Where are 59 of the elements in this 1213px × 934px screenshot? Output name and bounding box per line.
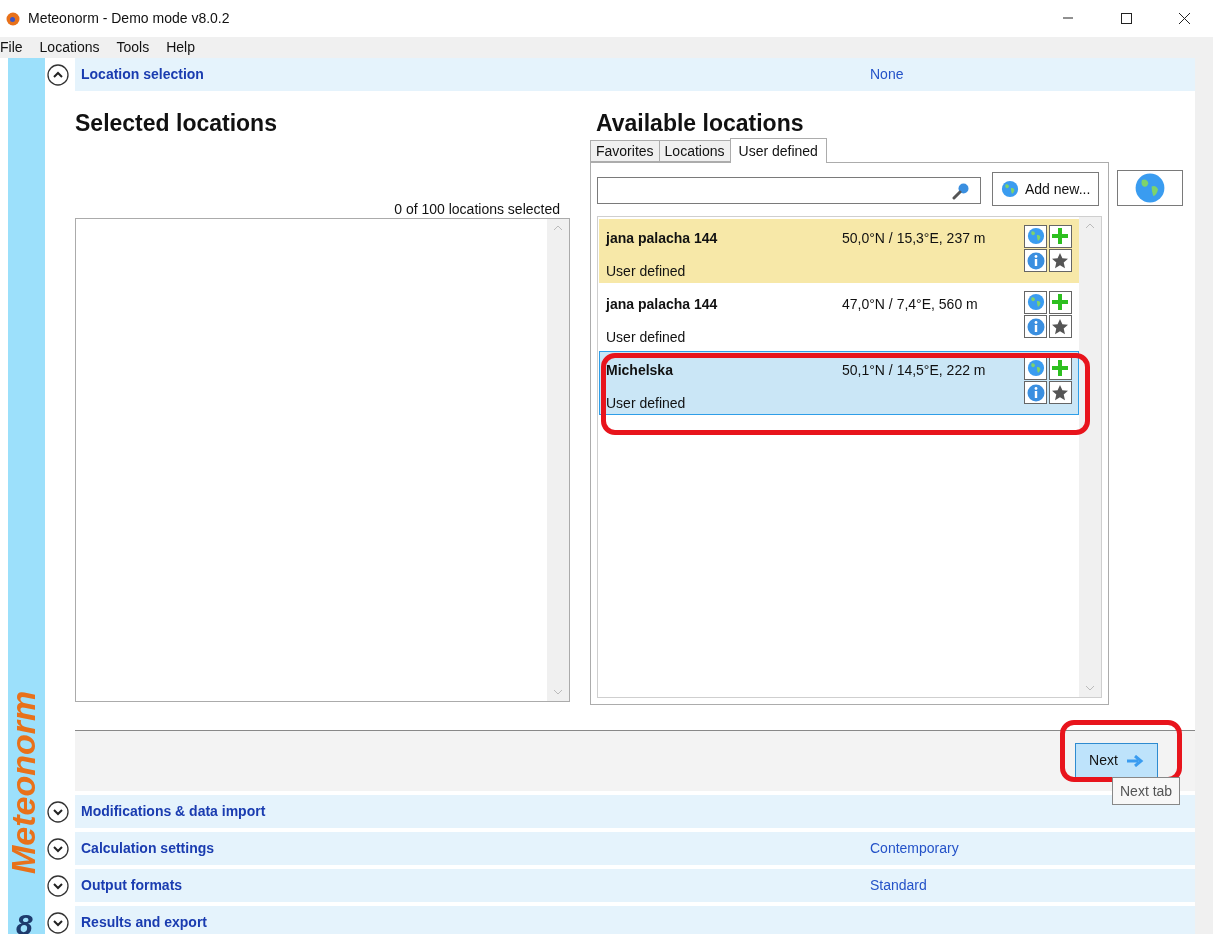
expand-icon[interactable]: [47, 911, 69, 934]
menu-item[interactable]: File: [0, 37, 37, 58]
plus-icon[interactable]: [1048, 290, 1072, 314]
globe-icon[interactable]: [1024, 356, 1047, 380]
panel-heading: Selected locations: [75, 109, 278, 138]
section-header[interactable]: Modifications & data import: [75, 795, 1195, 828]
tab[interactable]: User defined: [729, 138, 827, 163]
location-item[interactable]: Michelska 50,1°N / 14,5°E, 222 m User defined: [599, 350, 1079, 415]
expand-icon[interactable]: [47, 837, 69, 860]
globe-plus-icon: [1001, 180, 1019, 199]
location-coordinates: 50,0°N / 15,3°E, 237 m: [842, 228, 986, 248]
menu-item[interactable]: Locations: [36, 37, 103, 58]
selection-count: 0 of 100 locations selected: [393, 200, 561, 217]
location-source: User defined: [606, 261, 687, 281]
section-value: None: [870, 65, 904, 84]
location-name: jana palacha 144: [606, 294, 719, 314]
window-title: Meteonorm - Demo mode v8.0.2: [28, 9, 230, 28]
section-header[interactable]: Results and export: [75, 906, 1195, 934]
section-title: Location selection: [81, 65, 205, 84]
add-new-button[interactable]: Add new...: [992, 172, 1100, 207]
tab[interactable]: Favorites: [590, 140, 660, 162]
expand-icon[interactable]: [47, 800, 69, 823]
section-value: Standard: [870, 876, 927, 895]
next-button[interactable]: Next: [1075, 743, 1158, 778]
plus-icon[interactable]: [1048, 224, 1072, 248]
section-title: Calculation settings: [81, 839, 216, 858]
tab[interactable]: Locations: [658, 140, 731, 162]
section-header[interactable]: Location selection None: [75, 58, 1195, 91]
globe-button[interactable]: [1117, 170, 1183, 206]
tooltip: Next tab: [1112, 777, 1181, 805]
section-title: Modifications & data import: [81, 802, 267, 821]
location-coordinates: 47,0°N / 7,4°E, 560 m: [842, 294, 978, 314]
location-name: jana palacha 144: [606, 228, 719, 248]
globe-icon[interactable]: [1024, 224, 1047, 248]
plus-icon[interactable]: [1048, 356, 1072, 380]
section-header[interactable]: Output formats Standard: [75, 869, 1195, 902]
info-icon[interactable]: [1024, 249, 1047, 273]
section-value: Contemporary: [870, 839, 959, 858]
info-icon[interactable]: [1024, 315, 1047, 339]
menu-item[interactable]: Tools: [113, 37, 153, 58]
location-source: User defined: [606, 393, 687, 413]
location-coordinates: 50,1°N / 14,5°E, 222 m: [842, 360, 986, 380]
section-title: Results and export: [81, 913, 209, 932]
panel-heading: Available locations: [596, 109, 805, 136]
location-name: Michelska: [606, 360, 674, 380]
section-title: Output formats: [81, 876, 184, 895]
app-logo-icon: [6, 11, 20, 26]
brand-name: Meteonorm: [6, 690, 40, 874]
search-icon: [952, 181, 970, 200]
globe-icon[interactable]: [1024, 290, 1047, 314]
info-icon[interactable]: [1024, 381, 1047, 405]
section-header[interactable]: Calculation settings Contemporary: [75, 832, 1195, 865]
globe-icon: [1134, 172, 1166, 204]
location-source: User defined: [606, 327, 687, 347]
collapse-icon[interactable]: [47, 63, 69, 86]
arrow-right-icon: [1125, 754, 1144, 767]
menu-item[interactable]: Help: [163, 37, 198, 58]
search-field[interactable]: [597, 177, 981, 205]
expand-icon[interactable]: [47, 874, 69, 897]
